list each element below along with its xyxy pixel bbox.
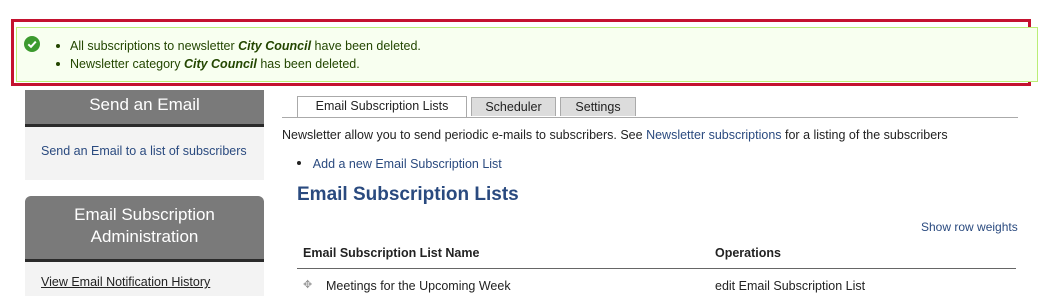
intro-text: Newsletter allow you to send periodic e-… [282, 128, 948, 142]
subscription-admin-title: Email Subscription Administration [25, 196, 264, 262]
status-item: Newsletter category City Council has bee… [54, 55, 421, 73]
drag-handle-icon[interactable]: ✥ [303, 278, 312, 291]
subscription-admin-block: Email Subscription Administration View E… [25, 196, 264, 296]
edit-list-link[interactable]: edit Email Subscription List [715, 279, 865, 293]
status-item: All subscriptions to newsletter City Cou… [54, 37, 421, 55]
add-list-link[interactable]: Add a new Email Subscription List [313, 157, 502, 171]
page-title: Email Subscription Lists [297, 184, 519, 205]
tab-scheduler[interactable]: Scheduler [471, 97, 556, 116]
status-list: All subscriptions to newsletter City Cou… [54, 37, 421, 73]
tab-divider [282, 117, 1018, 118]
tab-settings[interactable]: Settings [560, 97, 636, 116]
table-header-divider [297, 268, 1016, 269]
column-header-name: Email Subscription List Name [303, 246, 480, 260]
newsletter-subscriptions-link[interactable]: Newsletter subscriptions [646, 128, 781, 142]
send-email-block: Send an Email Send an Email to a list of… [25, 90, 264, 180]
show-row-weights-link[interactable]: Show row weights [921, 220, 1018, 234]
column-header-operations: Operations [715, 246, 781, 260]
send-email-link[interactable]: Send an Email to a list of subscribers [41, 144, 247, 158]
tab-email-subscription-lists[interactable]: Email Subscription Lists [297, 96, 467, 117]
send-email-title: Send an Email [25, 90, 264, 127]
notification-history-link[interactable]: View Email Notification History [41, 275, 210, 289]
list-name-cell: Meetings for the Upcoming Week [326, 279, 511, 293]
check-circle-icon [24, 36, 40, 52]
add-list-item: Add a new Email Subscription List [297, 157, 502, 171]
